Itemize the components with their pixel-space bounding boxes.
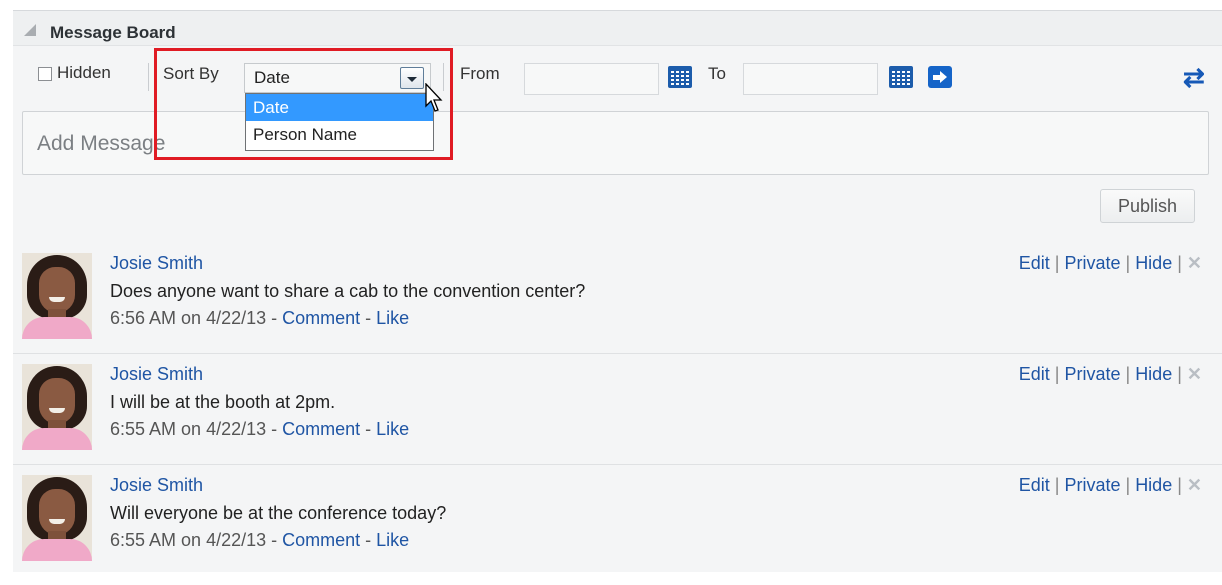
to-label: To <box>708 64 726 83</box>
like-link[interactable]: Like <box>376 308 409 328</box>
from-label: From <box>460 64 500 83</box>
hidden-checkbox[interactable] <box>38 67 52 81</box>
author-name[interactable]: Josie Smith <box>110 475 203 496</box>
post-time: 6:55 AM on 4/22/13 <box>110 530 267 550</box>
hide-link[interactable]: Hide <box>1135 253 1172 273</box>
comment-link[interactable]: Comment <box>282 308 360 328</box>
separator <box>148 63 149 91</box>
publish-button[interactable]: Publish <box>1100 189 1195 223</box>
post-text: Does anyone want to share a cab to the c… <box>110 281 586 301</box>
calendar-icon[interactable] <box>889 66 913 88</box>
message-board-panel: Message Board Hidden Sort By Date From T… <box>13 10 1222 572</box>
author-name[interactable]: Josie Smith <box>110 364 203 385</box>
arrow-right-icon[interactable] <box>928 66 952 88</box>
close-x-icon[interactable]: ✕ <box>1187 364 1202 384</box>
avatar <box>22 364 92 450</box>
comment-link[interactable]: Comment <box>282 530 360 550</box>
panel-title: Message Board <box>50 23 176 42</box>
from-date-input[interactable] <box>524 63 659 95</box>
post-time: 6:55 AM on 4/22/13 <box>110 419 267 439</box>
like-link[interactable]: Like <box>376 530 409 550</box>
refresh-icon[interactable]: ⇄ <box>1183 64 1205 90</box>
post-meta: 6:55 AM on 4/22/13 - Comment - Like <box>110 530 410 550</box>
post-actions: Edit | Private | Hide | ✕ <box>1018 475 1202 495</box>
panel-header: Message Board <box>13 11 1222 46</box>
post-actions: Edit | Private | Hide | ✕ <box>1018 364 1202 384</box>
edit-link[interactable]: Edit <box>1019 253 1050 273</box>
avatar <box>22 253 92 339</box>
author-name[interactable]: Josie Smith <box>110 253 203 274</box>
post-meta: 6:55 AM on 4/22/13 - Comment - Like <box>110 419 410 439</box>
highlight-box <box>154 48 453 160</box>
to-date-input[interactable] <box>743 63 878 95</box>
post-actions: Edit | Private | Hide | ✕ <box>1018 253 1202 273</box>
post-meta: 6:56 AM on 4/22/13 - Comment - Like <box>110 308 410 328</box>
list-item: Josie Smith I will be at the booth at 2p… <box>13 364 1222 474</box>
divider <box>13 353 1222 354</box>
list-item: Josie Smith Does anyone want to share a … <box>13 253 1222 363</box>
hide-link[interactable]: Hide <box>1135 475 1172 495</box>
post-time: 6:56 AM on 4/22/13 <box>110 308 267 328</box>
avatar <box>22 475 92 561</box>
add-message-placeholder: Add Message <box>37 132 166 155</box>
hide-link[interactable]: Hide <box>1135 364 1172 384</box>
private-link[interactable]: Private <box>1064 253 1120 273</box>
like-link[interactable]: Like <box>376 419 409 439</box>
edit-link[interactable]: Edit <box>1019 475 1050 495</box>
private-link[interactable]: Private <box>1064 364 1120 384</box>
comment-link[interactable]: Comment <box>282 419 360 439</box>
post-text: I will be at the booth at 2pm. <box>110 392 336 412</box>
hidden-label: Hidden <box>57 63 111 82</box>
post-text: Will everyone be at the conference today… <box>110 503 447 523</box>
mouse-cursor-icon <box>425 83 443 112</box>
close-x-icon[interactable]: ✕ <box>1187 253 1202 273</box>
close-x-icon[interactable]: ✕ <box>1187 475 1202 495</box>
triangle-collapse-icon[interactable] <box>24 24 36 36</box>
edit-link[interactable]: Edit <box>1019 364 1050 384</box>
calendar-icon[interactable] <box>668 66 692 88</box>
private-link[interactable]: Private <box>1064 475 1120 495</box>
divider <box>13 464 1222 465</box>
list-item: Josie Smith Will everyone be at the conf… <box>13 475 1222 585</box>
